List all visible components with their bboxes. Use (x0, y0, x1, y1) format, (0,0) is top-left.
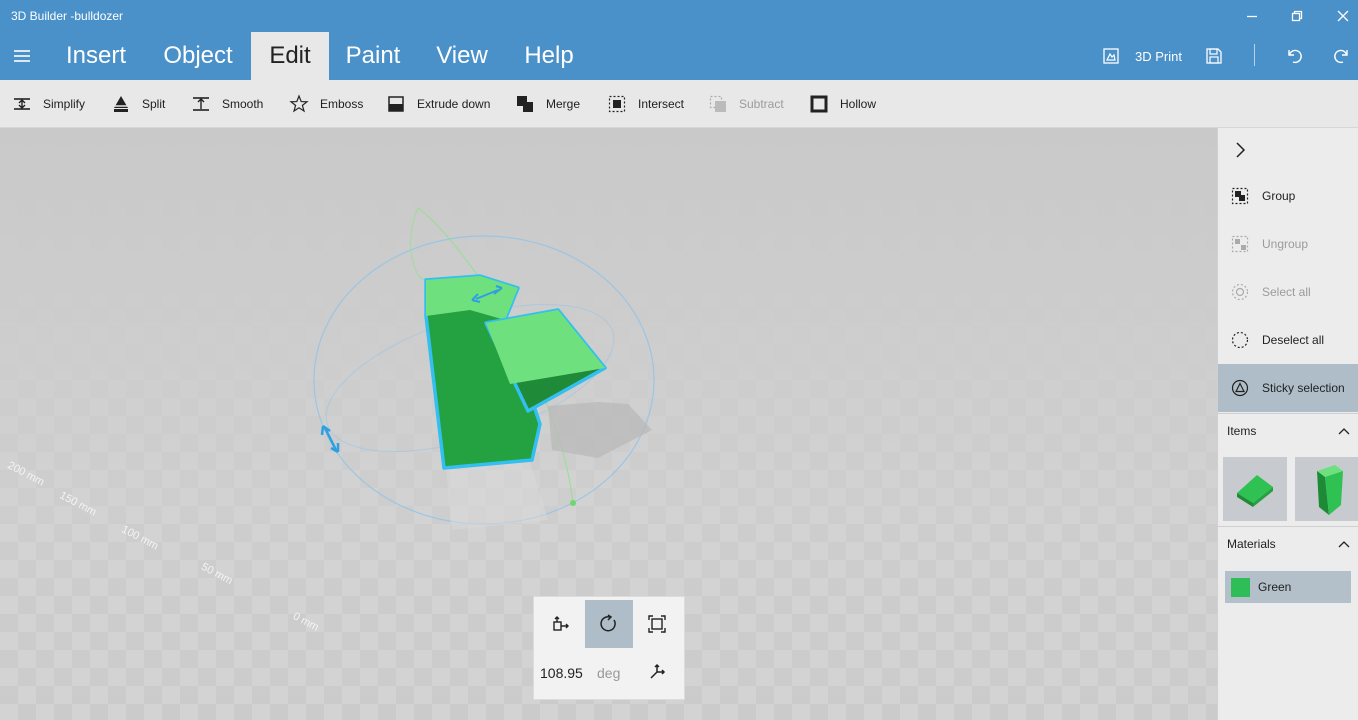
move-icon (553, 616, 569, 631)
star-icon (289, 94, 309, 113)
tab-help[interactable]: Help (514, 32, 584, 80)
smooth-button[interactable]: Smooth (190, 80, 263, 128)
subtract-icon (709, 95, 726, 112)
material-label: Green (1258, 580, 1292, 594)
redo-icon[interactable] (1332, 46, 1352, 66)
right-panel: Group Ungroup Select all Deselect all St… (1217, 128, 1358, 720)
window-title: 3D Builder -bulldozer (11, 9, 124, 23)
group-button[interactable]: Group (1218, 172, 1358, 220)
hollow-icon (810, 95, 828, 113)
sticky-selection-icon (1231, 379, 1249, 397)
tab-object[interactable]: Object (151, 32, 245, 80)
ungroup-icon (1231, 235, 1249, 253)
tab-view[interactable]: View (427, 32, 497, 80)
minimize-button[interactable] (1229, 0, 1275, 32)
menu-bar: Insert Object Edit Paint View Help 3D Pr… (0, 32, 1358, 80)
close-icon (1337, 10, 1349, 22)
close-button[interactable] (1320, 0, 1358, 32)
simplify-icon (14, 98, 30, 110)
split-label: Split (142, 97, 166, 111)
hollow-label: Hollow (840, 97, 877, 111)
chevron-up-icon (1338, 541, 1350, 548)
minimize-icon (1247, 15, 1257, 18)
items-header-label: Items (1227, 424, 1257, 438)
rotate-icon (600, 614, 616, 632)
material-color-swatch (1231, 577, 1250, 597)
tab-paint[interactable]: Paint (337, 32, 409, 80)
intersect-label: Intersect (638, 97, 685, 111)
block-thumbnail-icon (1317, 465, 1343, 515)
subtract-label: Subtract (739, 97, 784, 111)
split-button[interactable]: Split (110, 80, 165, 128)
3d-print-label: 3D Print (1135, 48, 1182, 64)
object-shadow (548, 402, 652, 458)
axis-handle (570, 500, 576, 506)
restore-button[interactable] (1274, 0, 1320, 32)
title-bar: 3D Builder -bulldozer (0, 0, 1358, 32)
item-thumbnail-block[interactable] (1295, 457, 1358, 521)
undo-icon[interactable] (1284, 46, 1304, 66)
smooth-label: Smooth (222, 97, 264, 111)
rotation-unit: deg (597, 665, 621, 681)
materials-header-label: Materials (1227, 537, 1276, 551)
merge-button[interactable]: Merge (514, 80, 580, 128)
3d-print-icon (1103, 48, 1119, 64)
select-all-button[interactable]: Select all (1218, 268, 1358, 316)
select-all-label: Select all (1262, 285, 1311, 299)
deselect-all-icon (1231, 331, 1249, 349)
hollow-button[interactable]: Hollow (808, 80, 876, 128)
split-icon (112, 96, 130, 112)
items-section-header[interactable]: Items (1218, 413, 1358, 447)
emboss-label: Emboss (320, 97, 364, 111)
sticky-selection-button[interactable]: Sticky selection (1218, 364, 1358, 412)
smooth-icon (193, 97, 209, 111)
ungroup-label: Ungroup (1262, 237, 1309, 251)
intersect-button[interactable]: Intersect (606, 80, 684, 128)
rotation-value[interactable]: 108.95 (540, 665, 583, 681)
subtract-button[interactable]: Subtract (707, 80, 784, 128)
emboss-button[interactable]: Emboss (288, 80, 363, 128)
group-label: Group (1262, 189, 1296, 203)
merge-icon (517, 96, 533, 112)
move-tool-button[interactable] (537, 600, 585, 648)
extrude-down-button[interactable]: Extrude down (385, 80, 490, 128)
extrude-down-icon (388, 96, 404, 112)
tab-insert[interactable]: Insert (54, 32, 138, 80)
axis-toggle-button[interactable] (633, 648, 681, 696)
simplify-label: Simplify (43, 97, 86, 111)
extrude-down-label: Extrude down (417, 97, 491, 111)
edit-ribbon: Simplify Split Smooth Emboss Extrude dow… (0, 80, 1358, 128)
chevron-right-icon[interactable] (1233, 141, 1247, 159)
deselect-all-button[interactable]: Deselect all (1218, 316, 1358, 364)
toolbar-divider (1254, 44, 1255, 66)
tab-edit[interactable]: Edit (251, 32, 329, 80)
scale-tool-button[interactable] (633, 600, 681, 648)
sticky-selection-label: Sticky selection (1262, 381, 1345, 395)
3d-print-button[interactable]: 3D Print (1102, 32, 1182, 80)
object-reflection (446, 462, 548, 530)
material-swatch-green[interactable]: Green (1225, 571, 1351, 603)
chevron-up-icon (1338, 428, 1350, 435)
item-thumbnail-box[interactable] (1223, 457, 1287, 521)
intersect-icon (608, 95, 626, 113)
merge-label: Merge (546, 97, 581, 111)
scale-icon (648, 615, 666, 633)
rotate-tool-button[interactable] (585, 600, 633, 648)
select-all-icon (1231, 283, 1249, 301)
axis-icon (650, 663, 666, 679)
transform-toolbar: 108.95 deg (533, 596, 685, 700)
group-icon (1231, 187, 1249, 205)
box-thumbnail-icon (1237, 475, 1273, 507)
save-icon[interactable] (1205, 47, 1223, 65)
hamburger-menu-icon[interactable] (12, 46, 32, 66)
materials-section-header[interactable]: Materials (1218, 526, 1358, 560)
deselect-all-label: Deselect all (1262, 333, 1325, 347)
ungroup-button[interactable]: Ungroup (1218, 220, 1358, 268)
restore-icon (1291, 10, 1303, 22)
simplify-button[interactable]: Simplify (11, 80, 85, 128)
